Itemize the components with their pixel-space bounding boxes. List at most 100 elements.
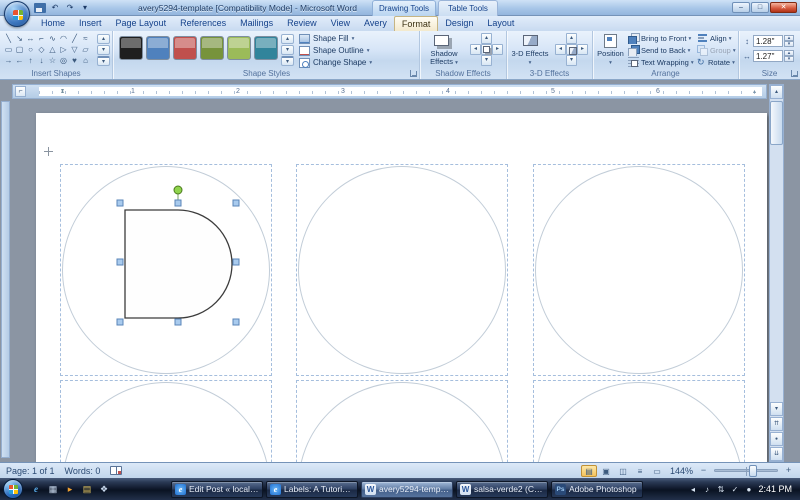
rotate-handle[interactable]	[174, 186, 182, 194]
rectangle-shape-icon[interactable]: ▭	[3, 44, 14, 55]
shape-style-swatch-1[interactable]	[119, 36, 143, 60]
tab-layout[interactable]: Layout	[480, 16, 521, 31]
tab-home[interactable]: Home	[34, 16, 72, 31]
donut-shape-icon[interactable]: ◎	[58, 55, 69, 66]
arc-shape-icon[interactable]: ◠	[58, 33, 69, 44]
tab-references[interactable]: References	[173, 16, 233, 31]
web-layout-view-icon[interactable]: ◫	[615, 465, 631, 477]
shape-styles-dialog-launcher-icon[interactable]	[410, 70, 417, 77]
document-page[interactable]	[36, 113, 767, 462]
tilt-right-icon[interactable]: ▸	[577, 44, 588, 55]
taskbar-task-salsa-verde2-comp[interactable]: Wsalsa-verde2 (Comp...	[456, 481, 548, 498]
rounded-rectangle-shape-icon[interactable]: ▢	[14, 44, 25, 55]
resize-handle-middle-right[interactable]	[233, 259, 239, 265]
line-shape-icon[interactable]: ╲	[3, 33, 14, 44]
resize-handle-top-left[interactable]	[117, 200, 123, 206]
outline-view-icon[interactable]: ≡	[632, 465, 648, 477]
diamond-shape-icon[interactable]: ◇	[36, 44, 47, 55]
toggle-shadow-icon[interactable]	[481, 44, 492, 55]
tab-design[interactable]: Design	[438, 16, 480, 31]
text-wrapping-button[interactable]: Text Wrapping▾	[628, 57, 696, 68]
switch-windows-icon[interactable]: ❖	[97, 482, 111, 496]
styles-more-icon[interactable]: ▾	[281, 56, 294, 66]
curved-connector-shape-icon[interactable]: ∿	[47, 33, 58, 44]
left-indent-marker[interactable]: ▴	[61, 89, 64, 95]
up-arrow-shape-icon[interactable]: ↑	[25, 55, 36, 66]
next-page-icon[interactable]: ⇊	[770, 447, 783, 461]
resize-handle-middle-left[interactable]	[117, 259, 123, 265]
undo-icon[interactable]: ↶	[49, 2, 61, 14]
heart-shape-icon[interactable]: ♥	[69, 55, 80, 66]
nudge-shadow-left-icon[interactable]: ◂	[470, 44, 481, 55]
print-layout-view-icon[interactable]: ▤	[581, 465, 597, 477]
volume-icon[interactable]: ♪	[702, 485, 711, 494]
triangle-shape-icon[interactable]: △	[47, 44, 58, 55]
shape-style-swatch-3[interactable]	[173, 36, 197, 60]
shapes-scroll-up-icon[interactable]: ▴	[97, 34, 110, 44]
taskbar-task-labels-a-tutorial-l[interactable]: eLabels: A Tutorial « l...	[266, 481, 358, 498]
double-arrow-shape-icon[interactable]: ↔	[25, 33, 36, 44]
width-spin-down-icon[interactable]: ▾	[784, 56, 794, 62]
nudge-shadow-up-icon[interactable]: ▴	[481, 33, 492, 44]
shape-style-swatch-5[interactable]	[227, 36, 251, 60]
position-button[interactable]: Position ▾	[594, 32, 627, 68]
nudge-shadow-right-icon[interactable]: ▸	[492, 44, 503, 55]
nudge-shadow-down-icon[interactable]: ▾	[481, 55, 492, 66]
height-spin-down-icon[interactable]: ▾	[784, 41, 794, 47]
right-indent-marker[interactable]: ▴	[753, 89, 756, 95]
taskbar-task-avery5294-template[interactable]: Wavery5294-template ...	[361, 481, 453, 498]
change-shape-button[interactable]: Change Shape▾	[297, 57, 417, 68]
zoom-in-button[interactable]: +	[783, 465, 794, 476]
shadow-effects-button[interactable]: Shadow Effects ▾	[423, 32, 465, 68]
tab-insert[interactable]: Insert	[72, 16, 109, 31]
scribble-shape-icon[interactable]: ≈	[80, 33, 91, 44]
tab-avery[interactable]: Avery	[357, 16, 394, 31]
security-icon[interactable]: ✓	[730, 485, 739, 494]
office-button[interactable]	[4, 1, 30, 27]
show-desktop-icon[interactable]: ▦	[46, 482, 60, 496]
tab-page-layout[interactable]: Page Layout	[109, 16, 174, 31]
tilt-up-icon[interactable]: ▴	[566, 33, 577, 44]
media-player-icon[interactable]: ▸	[63, 482, 77, 496]
taskbar-clock[interactable]: 2:41 PM	[758, 484, 800, 494]
tab-selector[interactable]: ⌐	[15, 86, 26, 97]
elbow-connector-shape-icon[interactable]: ⌐	[36, 33, 47, 44]
shape-width-input[interactable]: 1.27"	[753, 50, 783, 62]
right-triangle-shape-icon[interactable]: ▷	[58, 44, 69, 55]
resize-handle-top-center[interactable]	[175, 200, 181, 206]
shape-fill-button[interactable]: Shape Fill▾	[297, 33, 417, 44]
rotate-button[interactable]: ↻Rotate▾	[697, 57, 738, 68]
shape-outline-button[interactable]: Shape Outline▾	[297, 45, 417, 56]
toggle-3d-icon[interactable]	[566, 44, 577, 55]
tilt-down-icon[interactable]: ▾	[566, 55, 577, 66]
tab-mailings[interactable]: Mailings	[233, 16, 280, 31]
selected-shape-letter-d[interactable]	[125, 210, 232, 318]
select-browse-object-icon[interactable]: ●	[770, 432, 783, 446]
internet-explorer-icon[interactable]: e	[29, 482, 43, 496]
shape-style-swatch-4[interactable]	[200, 36, 224, 60]
star-shape-icon[interactable]: ☆	[47, 55, 58, 66]
resize-handle-bottom-center[interactable]	[175, 319, 181, 325]
shape-height-input[interactable]: 1.28"	[753, 35, 783, 47]
styles-scroll-down-icon[interactable]: ▾	[281, 45, 294, 55]
resize-handle-top-right[interactable]	[233, 200, 239, 206]
zoom-slider[interactable]	[714, 469, 778, 472]
freeform-shape-icon[interactable]: ╱	[69, 33, 80, 44]
align-button[interactable]: Align▾	[697, 33, 738, 44]
taskbar-task-edit-post-local-kitc[interactable]: eEdit Post « local kitc...	[171, 481, 263, 498]
tab-format[interactable]: Format	[394, 16, 439, 31]
maximize-button[interactable]: □	[751, 2, 769, 13]
scrollbar-thumb[interactable]	[770, 101, 783, 145]
right-arrow-shape-icon[interactable]: →	[3, 55, 14, 66]
resize-handle-bottom-left[interactable]	[117, 319, 123, 325]
vertical-ruler[interactable]	[1, 101, 10, 458]
down-arrow-shape-icon[interactable]: ↓	[36, 55, 47, 66]
proofing-status-icon[interactable]	[110, 466, 122, 475]
tab-review[interactable]: Review	[280, 16, 324, 31]
minimize-button[interactable]: –	[732, 2, 750, 13]
zoom-out-button[interactable]: −	[698, 465, 709, 476]
start-button[interactable]	[3, 479, 23, 499]
update-icon[interactable]: ●	[744, 485, 753, 494]
tilt-left-icon[interactable]: ◂	[555, 44, 566, 55]
vertical-scrollbar[interactable]: ▴ ▾ ⇈ ● ⇊	[769, 84, 784, 462]
